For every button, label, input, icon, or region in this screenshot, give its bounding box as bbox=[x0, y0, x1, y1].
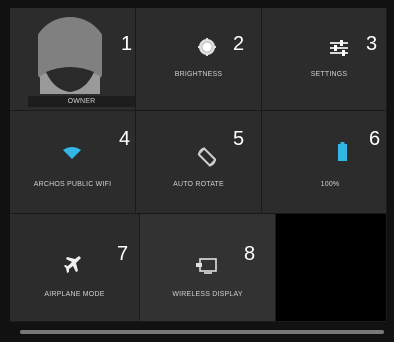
brightness-icon bbox=[198, 38, 216, 56]
tile-number: 8 bbox=[244, 243, 256, 265]
auto-rotate-label: AUTO ROTATE bbox=[173, 181, 224, 188]
tile-auto-rotate[interactable]: 5 AUTO ROTATE bbox=[136, 111, 262, 214]
wifi-icon bbox=[63, 146, 81, 159]
settings-sliders-icon bbox=[330, 40, 348, 56]
tile-battery[interactable]: 6 100% bbox=[262, 111, 387, 214]
tile-number: 2 bbox=[233, 33, 245, 55]
tile-settings[interactable]: 3 SETTINGS bbox=[262, 8, 387, 111]
brightness-label: BRIGHTNESS bbox=[174, 71, 223, 78]
tile-number: 5 bbox=[233, 128, 245, 150]
owner-label: OWNER bbox=[28, 96, 135, 107]
battery-icon bbox=[338, 142, 347, 161]
battery-label: 100% bbox=[320, 181, 340, 188]
quick-settings-panel: 1 OWNER 2 BRIGHTNESS 3 SETTINGS 4 ARCHOS… bbox=[10, 8, 387, 322]
wireless-display-label: WIRELESS DISPLAY bbox=[172, 291, 243, 298]
airplane-icon bbox=[64, 256, 82, 274]
wifi-label: ARCHOS PUBLIC WIFI bbox=[33, 181, 112, 188]
tile-number: 1 bbox=[121, 33, 133, 55]
tile-brightness[interactable]: 2 BRIGHTNESS bbox=[136, 8, 262, 111]
tile-number: 4 bbox=[119, 128, 131, 150]
empty-tile bbox=[276, 214, 387, 322]
cast-screen-icon bbox=[196, 258, 218, 274]
tile-number: 3 bbox=[366, 33, 378, 55]
tile-wireless-display[interactable]: 8 WIRELESS DISPLAY bbox=[140, 214, 276, 322]
rotate-icon bbox=[197, 147, 217, 167]
airplane-label: AIRPLANE MODE bbox=[44, 291, 105, 298]
scroll-indicator bbox=[20, 330, 384, 334]
tile-number: 7 bbox=[117, 243, 129, 265]
tile-wifi[interactable]: 4 ARCHOS PUBLIC WIFI bbox=[10, 111, 136, 214]
settings-label: SETTINGS bbox=[310, 71, 348, 78]
tile-owner[interactable]: 1 OWNER bbox=[10, 8, 136, 111]
tile-airplane-mode[interactable]: 7 AIRPLANE MODE bbox=[10, 214, 140, 322]
avatar bbox=[32, 16, 108, 94]
tile-number: 6 bbox=[369, 128, 381, 150]
